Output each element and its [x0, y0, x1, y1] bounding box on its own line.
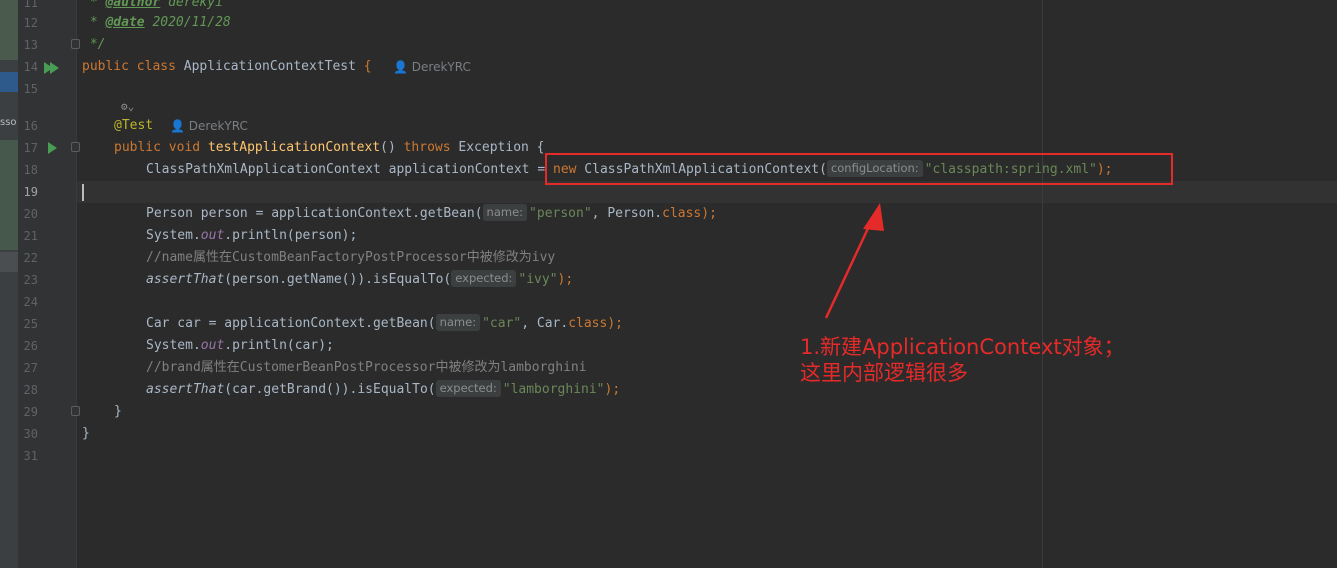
panel-text-fragment: sso — [0, 117, 17, 128]
line-number: 26 — [23, 339, 38, 353]
code-line-29: } — [114, 404, 122, 419]
code-line-21: System.out.println(person); — [146, 228, 358, 243]
code-line-13: */ — [82, 37, 106, 52]
code-line-25: Car car = applicationContext.getBean(nam… — [146, 314, 623, 331]
line-number: 18 — [23, 163, 38, 177]
line-number: 31 — [23, 449, 38, 463]
line-number: 16 — [23, 119, 38, 133]
line-number: 13 — [23, 38, 38, 52]
code-line-16: @Test — [114, 118, 154, 133]
annotation-text: 1.新建ApplicationContext对象； 这里内部逻辑很多 — [800, 334, 1125, 386]
annotation-line-1: 1.新建ApplicationContext对象； — [800, 335, 1125, 359]
line-number: 30 — [23, 427, 38, 441]
line-number: 25 — [23, 317, 38, 331]
annotation-line-2: 这里内部逻辑很多 — [800, 361, 968, 385]
line-number: 28 — [23, 383, 38, 397]
person-icon: 👤 — [170, 119, 185, 133]
run-class-icon-second[interactable] — [50, 62, 59, 74]
panel-fragment — [0, 0, 18, 60]
parameter-hint: expected: — [451, 270, 517, 287]
code-line-12: * @date 2020/11/28 — [82, 15, 231, 30]
code-vision-settings-icon[interactable]: ⚙⌄ — [121, 98, 134, 116]
right-margin-guide — [1042, 0, 1043, 568]
highlight-box — [545, 153, 1173, 185]
parameter-hint: name: — [482, 204, 528, 221]
code-line-20: Person person = applicationContext.getBe… — [146, 204, 717, 221]
author-hint[interactable]: 👤 DerekYRC — [170, 115, 248, 137]
panel-fragment-selected — [0, 72, 18, 92]
fold-marker-icon[interactable] — [71, 406, 80, 416]
line-number: 12 — [23, 16, 38, 30]
code-line-22: //name属性在CustomBeanFactoryPostProcessor中… — [146, 250, 556, 265]
fold-marker-icon[interactable] — [71, 142, 80, 152]
arrow-shaft — [824, 221, 873, 319]
parameter-hint: name: — [435, 314, 481, 331]
panel-fragment — [0, 140, 18, 250]
left-tool-strip: sso — [0, 0, 18, 568]
line-number: 24 — [23, 295, 38, 309]
line-number: 17 — [23, 141, 38, 155]
run-test-icon[interactable] — [48, 142, 57, 154]
fold-marker-icon[interactable] — [71, 39, 80, 49]
line-number: 22 — [23, 251, 38, 265]
code-line-14: public class ApplicationContextTest { — [82, 59, 372, 74]
line-number: 15 — [23, 82, 38, 96]
line-number: 27 — [23, 361, 38, 375]
line-number: 29 — [23, 405, 38, 419]
line-number: 21 — [23, 229, 38, 243]
person-icon: 👤 — [393, 60, 408, 74]
panel-fragment — [0, 252, 18, 272]
line-number-current: 19 — [23, 185, 38, 199]
line-number: 20 — [23, 207, 38, 221]
parameter-hint: expected: — [435, 380, 501, 397]
code-line-26: System.out.println(car); — [146, 338, 334, 353]
line-number: 23 — [23, 273, 38, 287]
arrow-head — [863, 203, 884, 231]
code-line-23: assertThat(person.getName()).isEqualTo(e… — [146, 270, 574, 287]
code-line-28: assertThat(car.getBrand()).isEqualTo(exp… — [146, 380, 621, 397]
line-number: 14 — [23, 60, 38, 74]
code-line-27: //brand属性在CustomerBeanPostProcessor中被修改为… — [146, 360, 587, 375]
text-caret — [82, 184, 84, 201]
code-line-17: public void testApplicationContext() thr… — [114, 140, 545, 155]
gutter-divider — [76, 0, 77, 568]
code-line-30: } — [82, 426, 90, 441]
author-hint[interactable]: 👤 DerekYRC — [393, 56, 471, 78]
